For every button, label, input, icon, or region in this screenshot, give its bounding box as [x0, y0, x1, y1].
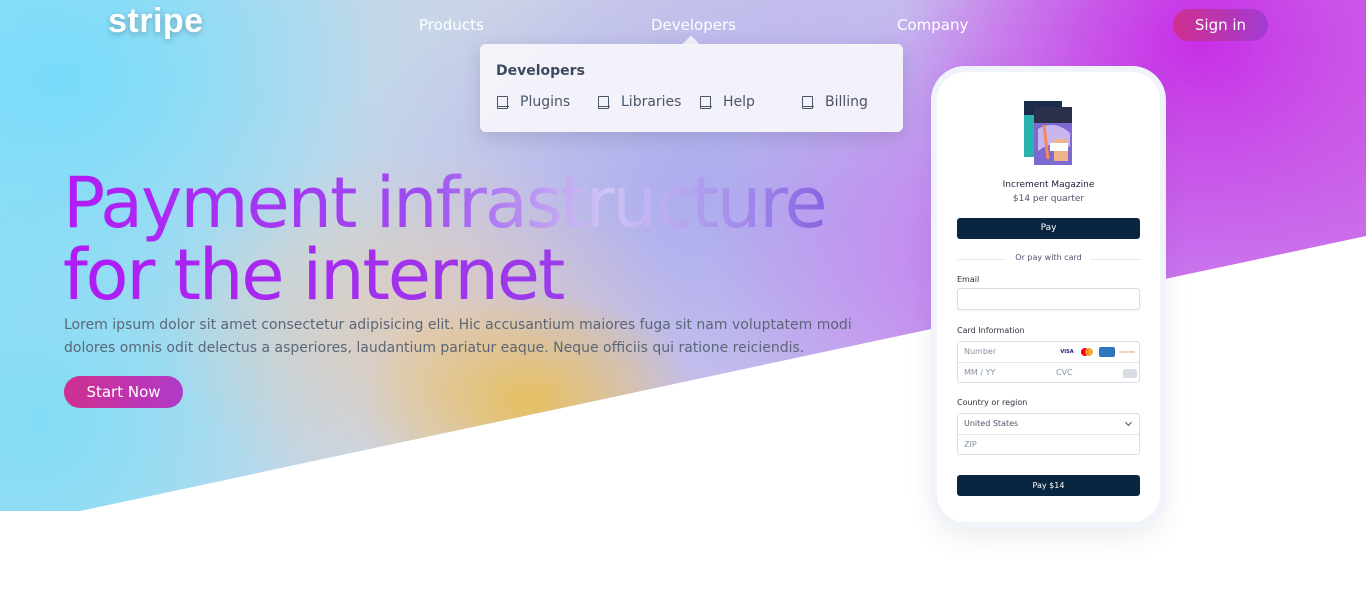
zip-placeholder: ZIP: [964, 440, 977, 449]
apple-pay-button[interactable]: Pay: [957, 218, 1140, 239]
developers-dropdown: Developers Plugins Libraries Help Billin…: [480, 44, 903, 132]
chevron-down-icon: [1124, 418, 1133, 427]
cvc-card-icon: [1123, 369, 1137, 378]
magazine-cover-image: [1024, 101, 1072, 165]
headline-line-2: for the internet: [63, 239, 863, 311]
sign-in-button[interactable]: Sign in: [1173, 9, 1268, 41]
dropdown-title: Developers: [496, 63, 585, 79]
card-info-label: Card Information: [957, 326, 1025, 335]
email-label: Email: [957, 275, 980, 284]
cvc-placeholder: CVC: [1056, 368, 1073, 377]
nav-products[interactable]: Products: [419, 16, 484, 34]
email-field[interactable]: [957, 288, 1140, 310]
dropdown-item-label: Plugins: [520, 94, 571, 110]
expiry-placeholder: MM / YY: [964, 368, 996, 377]
country-label: Country or region: [957, 398, 1028, 407]
book-icon: [699, 95, 712, 109]
book-icon: [496, 95, 509, 109]
mastercard-icon: [1079, 347, 1095, 357]
divider-text: Or pay with card: [1015, 253, 1082, 262]
dropdown-item-label: Billing: [825, 94, 868, 110]
zip-field[interactable]: ZIP: [958, 435, 1139, 456]
dropdown-item-libraries[interactable]: Libraries: [597, 94, 682, 110]
nav-company[interactable]: Company: [897, 16, 968, 34]
book-icon: [597, 95, 610, 109]
start-now-button[interactable]: Start Now: [64, 376, 183, 408]
dropdown-item-label: Help: [723, 94, 755, 110]
dropdown-item-help[interactable]: Help: [699, 94, 755, 110]
product-name: Increment Magazine: [1002, 180, 1095, 190]
country-group: United States ZIP: [957, 413, 1140, 455]
country-select[interactable]: United States: [958, 414, 1139, 435]
nav-developers[interactable]: Developers: [651, 16, 736, 34]
card-number-field[interactable]: Number VISA DISCOVER: [958, 342, 1139, 363]
pay-divider: Or pay with card: [957, 253, 1140, 265]
card-cvc-field[interactable]: CVC: [1050, 363, 1141, 384]
divider-rule: [1090, 259, 1140, 260]
stripe-logo[interactable]: stripe: [108, 2, 204, 41]
card-brand-logos: VISA DISCOVER: [1059, 347, 1135, 357]
hero-headline: Payment infrastructure for the internet: [63, 167, 863, 311]
product-price: $14 per quarter: [1012, 194, 1085, 204]
apple-pay-label: Pay: [1040, 223, 1057, 233]
card-info-group: Number VISA DISCOVER MM / YY CVC: [957, 341, 1140, 383]
book-icon: [801, 95, 814, 109]
hero-description: Lorem ipsum dolor sit amet consectetur a…: [64, 317, 852, 356]
pay-button[interactable]: Pay $14: [957, 475, 1140, 496]
dropdown-item-plugins[interactable]: Plugins: [496, 94, 571, 110]
headline-line-1: Payment infrastructure: [63, 162, 826, 244]
phone-checkout-mockup: Increment Magazine $14 per quarter Pay O…: [937, 72, 1160, 522]
dropdown-item-label: Libraries: [621, 94, 682, 110]
amex-icon: [1099, 347, 1115, 357]
card-expiry-field[interactable]: MM / YY: [958, 363, 1050, 384]
visa-icon: VISA: [1059, 347, 1075, 357]
dropdown-item-billing[interactable]: Billing: [801, 94, 868, 110]
card-number-placeholder: Number: [964, 347, 997, 356]
country-value: United States: [964, 419, 1019, 428]
discover-icon: DISCOVER: [1119, 347, 1135, 357]
